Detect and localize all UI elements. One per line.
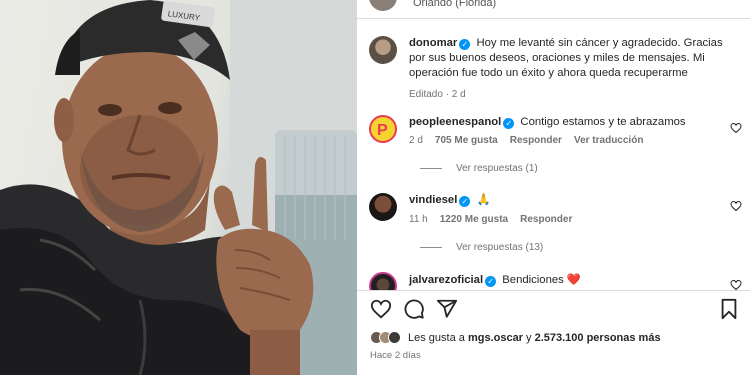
replies-line [420, 247, 442, 248]
caption-block: donomar ✓ Hoy me levanté sin cáncer y agr… [369, 36, 741, 100]
comment-text-row: vindiesel ✓ 🙏 [409, 193, 741, 208]
comment-item: vindiesel ✓ 🙏 11 h 1220 Me gusta Responde… [369, 193, 741, 225]
comment-time: 2 d [409, 135, 423, 146]
post-photo[interactable]: LUXURY [0, 0, 357, 375]
caption-text-row: donomar ✓ Hoy me levanté sin cáncer y agr… [409, 36, 741, 81]
comment-like-heart-icon[interactable] [730, 200, 742, 212]
comment-username[interactable]: vindiesel [409, 194, 457, 206]
comment-avatar[interactable]: P [369, 115, 397, 143]
actions-divider [357, 290, 750, 291]
heart-icon[interactable] [370, 298, 392, 320]
location-label[interactable]: Orlando (Florida) [413, 0, 496, 9]
likes-summary[interactable]: Les gusta a mgs.oscar y 2.573.100 person… [408, 332, 661, 344]
comment-time: 11 h [409, 214, 428, 225]
likes-prefix: Les gusta a [408, 331, 465, 344]
comment-username[interactable]: jalvarezoficial [409, 274, 483, 286]
post-timestamp[interactable]: Hace 2 días [370, 350, 421, 361]
reply-button[interactable]: Responder [520, 214, 572, 225]
reply-button[interactable]: Responder [510, 135, 562, 146]
comment-text: 🙏 [476, 194, 491, 206]
comment-item: jalvarezoficial ✓ Bendiciones ❤️ [369, 272, 741, 290]
comment-likes[interactable]: 1220 Me gusta [440, 214, 508, 225]
share-icon[interactable] [436, 298, 458, 320]
verified-badge-icon: ✓ [503, 118, 515, 129]
comment-username[interactable]: peopleenespanol [409, 116, 501, 128]
comment-text: Contigo estamos y te abrazamos [520, 116, 686, 128]
bookmark-icon[interactable] [718, 298, 740, 320]
view-replies-button[interactable]: Ver respuestas (1) [420, 163, 538, 174]
verified-badge-icon: ✓ [459, 196, 471, 207]
comment-avatar[interactable] [369, 193, 397, 221]
replies-line [420, 168, 442, 169]
view-replies-label: Ver respuestas (1) [456, 163, 538, 174]
comment-text-row: jalvarezoficial ✓ Bendiciones ❤️ [409, 273, 741, 288]
selfie-illustration: LUXURY [0, 0, 357, 375]
comment-meta: 11 h 1220 Me gusta Responder [409, 214, 741, 225]
first-liker-username[interactable]: mgs.oscar [468, 332, 523, 344]
comment-item: P peopleenespanol ✓ Contigo estamos y te … [369, 115, 741, 146]
likes-row: Les gusta a mgs.oscar y 2.573.100 person… [370, 331, 661, 344]
header-divider [357, 18, 750, 19]
comment-text: Bendiciones ❤️ [502, 274, 582, 286]
post-detail-panel: Orlando (Florida) donomar ✓ Hoy me levant… [357, 0, 750, 375]
liker-avatar [388, 331, 401, 344]
caption-username[interactable]: donomar [409, 37, 457, 49]
view-replies-button[interactable]: Ver respuestas (13) [420, 242, 543, 253]
comment-text-row: peopleenespanol ✓ Contigo estamos y te ab… [409, 115, 741, 130]
author-avatar[interactable] [369, 0, 397, 11]
post-header: Orlando (Florida) [369, 0, 496, 12]
action-bar [370, 298, 742, 322]
comment-meta: 2 d 705 Me gusta Responder Ver traducció… [409, 135, 741, 146]
view-replies-label: Ver respuestas (13) [456, 242, 544, 253]
edited-label: Editado · 2 d [409, 89, 466, 100]
caption-meta: Editado · 2 d [409, 89, 741, 100]
comment-like-heart-icon[interactable] [730, 122, 742, 134]
comment-avatar[interactable] [369, 272, 397, 290]
likes-count[interactable]: 2.573.100 personas más [535, 332, 661, 344]
comment-icon[interactable] [403, 298, 425, 320]
people-logo-icon: P [377, 122, 388, 139]
verified-badge-icon: ✓ [459, 39, 471, 50]
translate-button[interactable]: Ver traducción [574, 135, 643, 146]
svg-text:P: P [377, 122, 388, 139]
comment-likes[interactable]: 705 Me gusta [435, 135, 498, 146]
caption-avatar[interactable] [369, 36, 397, 64]
verified-badge-icon: ✓ [485, 276, 497, 287]
likes-connector: y [526, 331, 532, 344]
